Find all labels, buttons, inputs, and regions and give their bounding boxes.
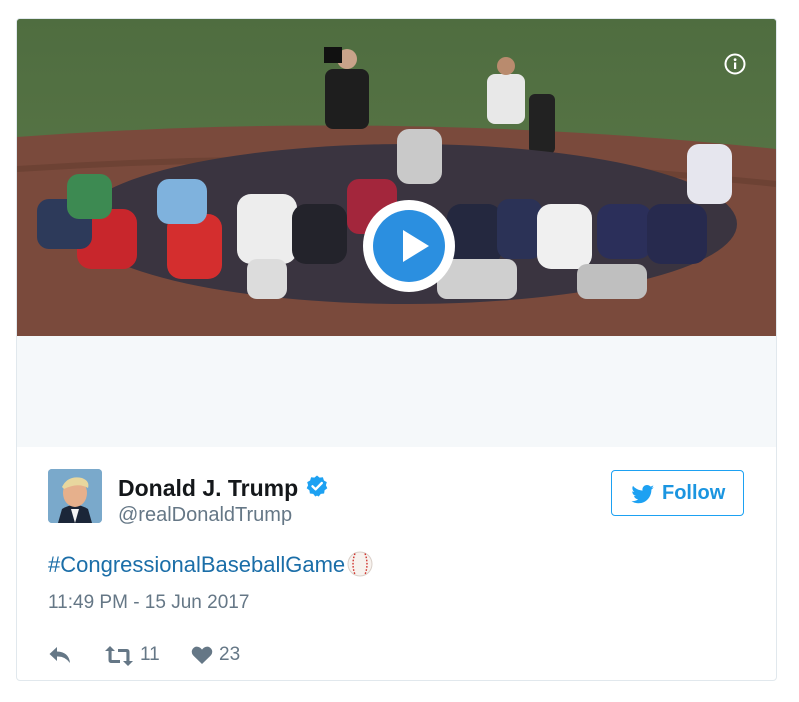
- follow-button[interactable]: Follow: [611, 470, 744, 516]
- reply-button[interactable]: [48, 643, 78, 669]
- reply-icon: [49, 647, 70, 663]
- play-icon: [373, 210, 445, 282]
- tweet-body: Donald J. Trump @realDonaldTrump Follow …: [17, 447, 776, 680]
- play-button[interactable]: [363, 200, 455, 292]
- retweet-button[interactable]: 11: [104, 643, 174, 669]
- retweet-icon: [105, 646, 133, 666]
- heart-icon: [191, 646, 213, 664]
- twitter-bird-icon: [631, 485, 655, 504]
- media-card-footer: [17, 336, 776, 447]
- video-preview[interactable]: [17, 19, 776, 336]
- like-button[interactable]: 23: [191, 643, 261, 669]
- verified-badge-icon: [306, 475, 328, 497]
- embedded-tweet-card: Donald J. Trump @realDonaldTrump Follow …: [16, 18, 777, 681]
- display-name[interactable]: Donald J. Trump: [118, 475, 298, 502]
- retweet-count: 11: [140, 644, 160, 665]
- info-icon[interactable]: [724, 53, 746, 75]
- tweet-text: #CongressionalBaseballGame: [48, 551, 373, 578]
- hashtag-link[interactable]: #CongressionalBaseballGame: [48, 552, 345, 577]
- user-handle[interactable]: @realDonaldTrump: [118, 504, 292, 527]
- avatar[interactable]: [48, 469, 102, 523]
- like-count: 23: [219, 644, 241, 665]
- follow-button-label: Follow: [662, 482, 726, 504]
- baseball-emoji-icon: [347, 551, 373, 577]
- tweet-timestamp[interactable]: 11:49 PM - 15 Jun 2017: [48, 592, 249, 614]
